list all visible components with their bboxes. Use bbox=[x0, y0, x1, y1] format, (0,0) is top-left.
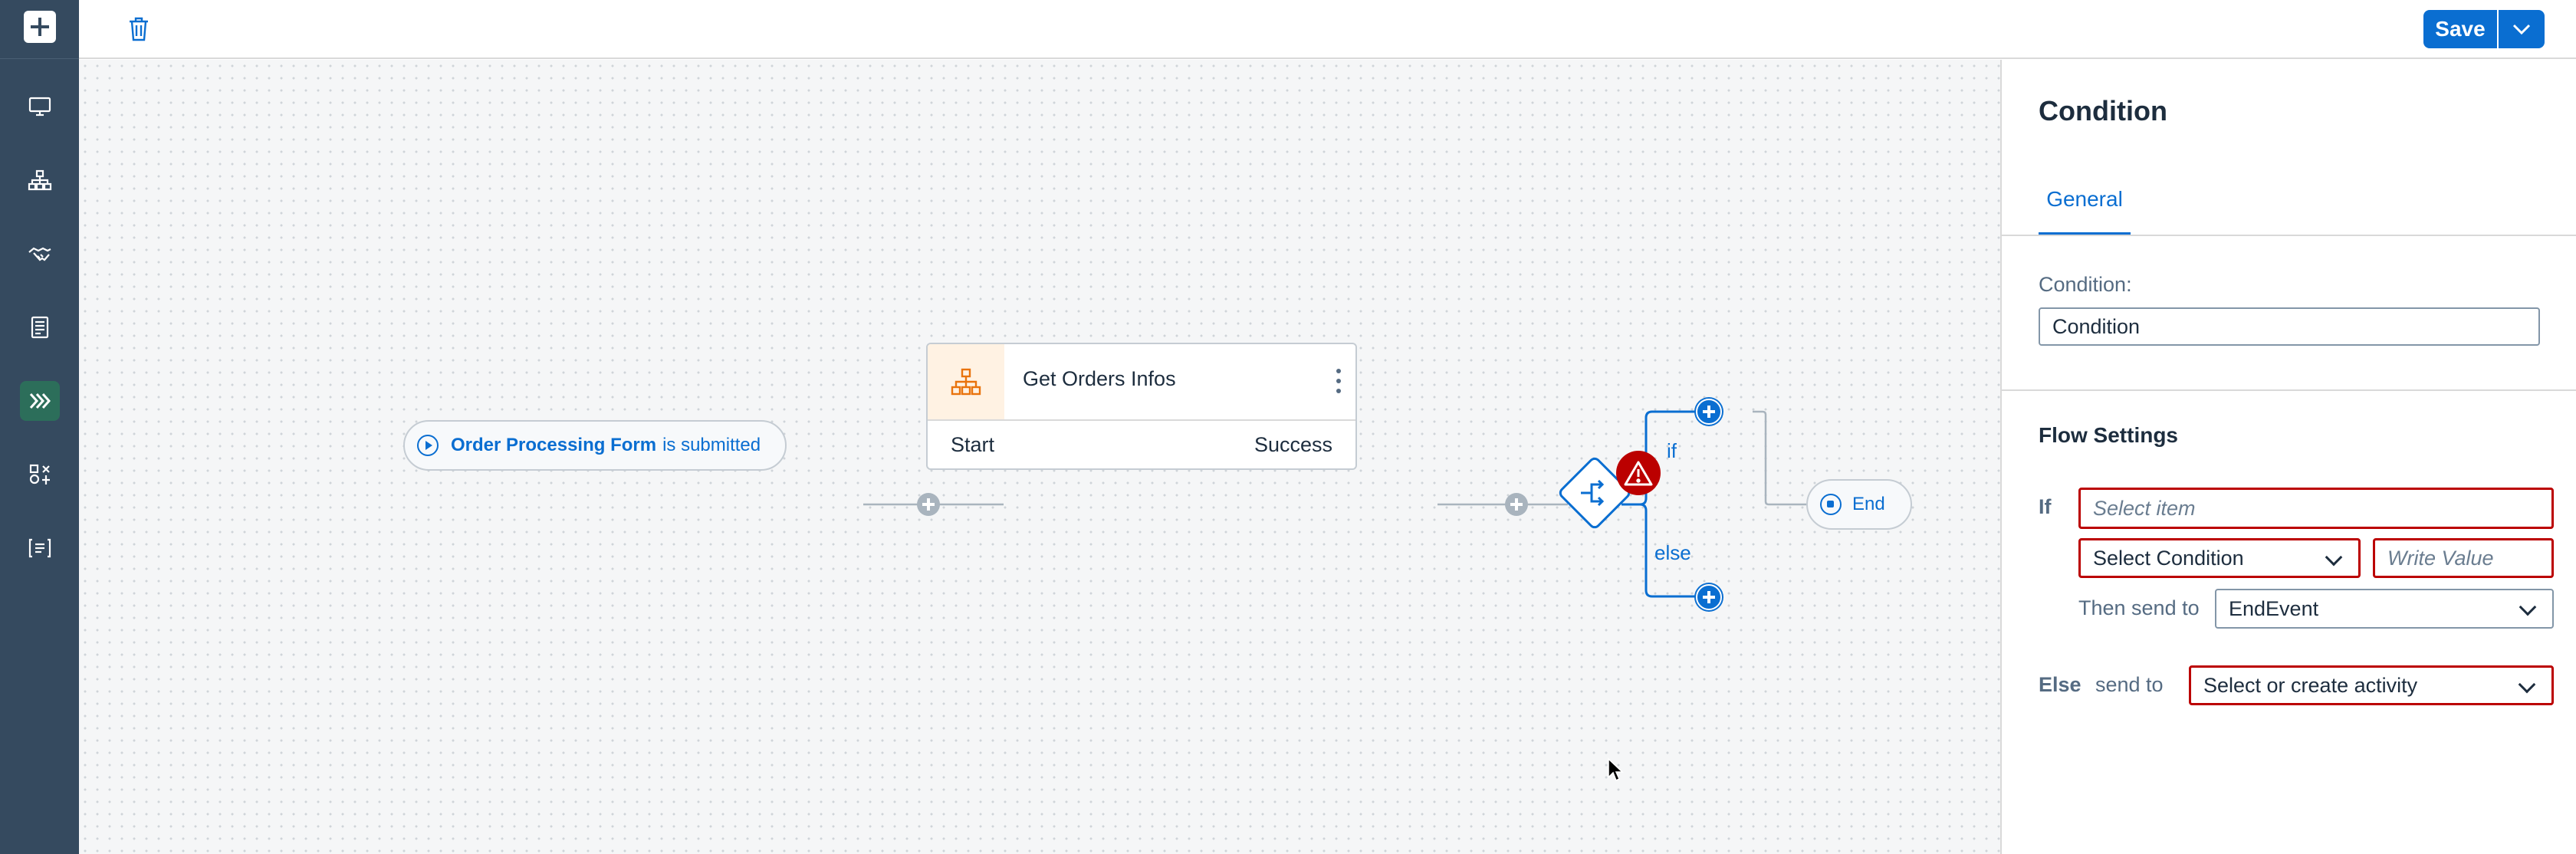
else-send-to-value: Select or create activity bbox=[2203, 673, 2418, 697]
panel-title: Condition bbox=[2039, 95, 2167, 126]
add-else-branch-button[interactable] bbox=[1696, 584, 1722, 610]
else-branch-label: else bbox=[1654, 541, 1691, 564]
activity-title: Get Orders Infos bbox=[1023, 367, 1176, 390]
else-send-to-label: send to bbox=[2095, 673, 2164, 696]
trigger-name: Order Processing Form bbox=[451, 435, 657, 455]
form-icon[interactable] bbox=[20, 528, 60, 568]
document-icon[interactable] bbox=[20, 307, 60, 347]
end-label: End bbox=[1852, 494, 1885, 514]
stop-icon bbox=[1820, 494, 1842, 515]
activity-node[interactable]: Get Orders Infos Start Success bbox=[926, 343, 1357, 470]
activity-start-label: Start bbox=[951, 433, 995, 456]
add-step-button[interactable] bbox=[1505, 493, 1528, 516]
chevron-down-icon bbox=[2518, 675, 2536, 694]
write-value-input[interactable]: Write Value bbox=[2373, 538, 2554, 578]
add-icon[interactable] bbox=[24, 11, 56, 43]
select-condition-value: Select Condition bbox=[2093, 546, 2244, 570]
more-options-icon[interactable] bbox=[1336, 369, 1342, 393]
then-send-to-label: Then send to bbox=[2078, 596, 2200, 619]
flow-settings-title: Flow Settings bbox=[2039, 423, 2178, 447]
chevron-down-icon[interactable] bbox=[2497, 10, 2545, 48]
condition-name-label: Condition: bbox=[2039, 273, 2132, 296]
end-node[interactable]: End bbox=[1806, 479, 1912, 530]
tab-general[interactable]: General bbox=[2039, 182, 2131, 236]
properties-panel: Condition General Condition: Condition F… bbox=[2000, 60, 2576, 854]
play-icon bbox=[417, 435, 439, 456]
select-condition-dropdown[interactable]: Select Condition bbox=[2078, 538, 2361, 578]
if-label: If bbox=[2039, 495, 2052, 518]
then-send-to-dropdown[interactable]: EndEvent bbox=[2215, 589, 2554, 629]
else-send-to-dropdown[interactable]: Select or create activity bbox=[2189, 665, 2554, 705]
section-divider bbox=[2002, 389, 2576, 391]
write-value-placeholder: Write Value bbox=[2387, 546, 2494, 570]
activity-divider bbox=[928, 419, 1355, 421]
settings-icon[interactable] bbox=[20, 455, 60, 494]
hierarchy-icon bbox=[928, 344, 1004, 419]
save-button[interactable]: Save bbox=[2423, 10, 2497, 48]
mouse-cursor-icon bbox=[1608, 757, 1624, 782]
top-toolbar: Save bbox=[79, 0, 2576, 59]
trigger-suffix: is submitted bbox=[662, 435, 761, 455]
if-branch-label: if bbox=[1667, 439, 1677, 462]
condition-name-input[interactable]: Condition bbox=[2039, 307, 2540, 346]
save-button-group: Save bbox=[2423, 10, 2545, 48]
monitor-icon[interactable] bbox=[20, 86, 60, 126]
rail-divider bbox=[0, 58, 79, 59]
hierarchy-icon[interactable] bbox=[20, 160, 60, 200]
then-send-to-value: EndEvent bbox=[2229, 596, 2319, 620]
trash-icon[interactable] bbox=[123, 14, 154, 44]
tab-divider bbox=[2002, 235, 2576, 236]
process-icon[interactable] bbox=[20, 381, 60, 421]
handshake-icon[interactable] bbox=[20, 235, 60, 274]
side-navigation bbox=[0, 0, 79, 854]
select-item-field[interactable]: Select item bbox=[2078, 488, 2554, 529]
add-if-branch-button[interactable] bbox=[1696, 399, 1722, 425]
chevron-down-icon bbox=[2518, 598, 2537, 616]
select-item-placeholder: Select item bbox=[2093, 496, 2196, 520]
add-step-button[interactable] bbox=[917, 493, 940, 516]
chevron-down-icon bbox=[2325, 548, 2343, 567]
else-label: Else bbox=[2039, 673, 2082, 696]
warning-icon[interactable] bbox=[1616, 451, 1661, 495]
branch-icon bbox=[1581, 479, 1605, 507]
trigger-node[interactable]: Order Processing Form is submitted bbox=[403, 420, 787, 471]
activity-success-label: Success bbox=[1254, 433, 1332, 456]
